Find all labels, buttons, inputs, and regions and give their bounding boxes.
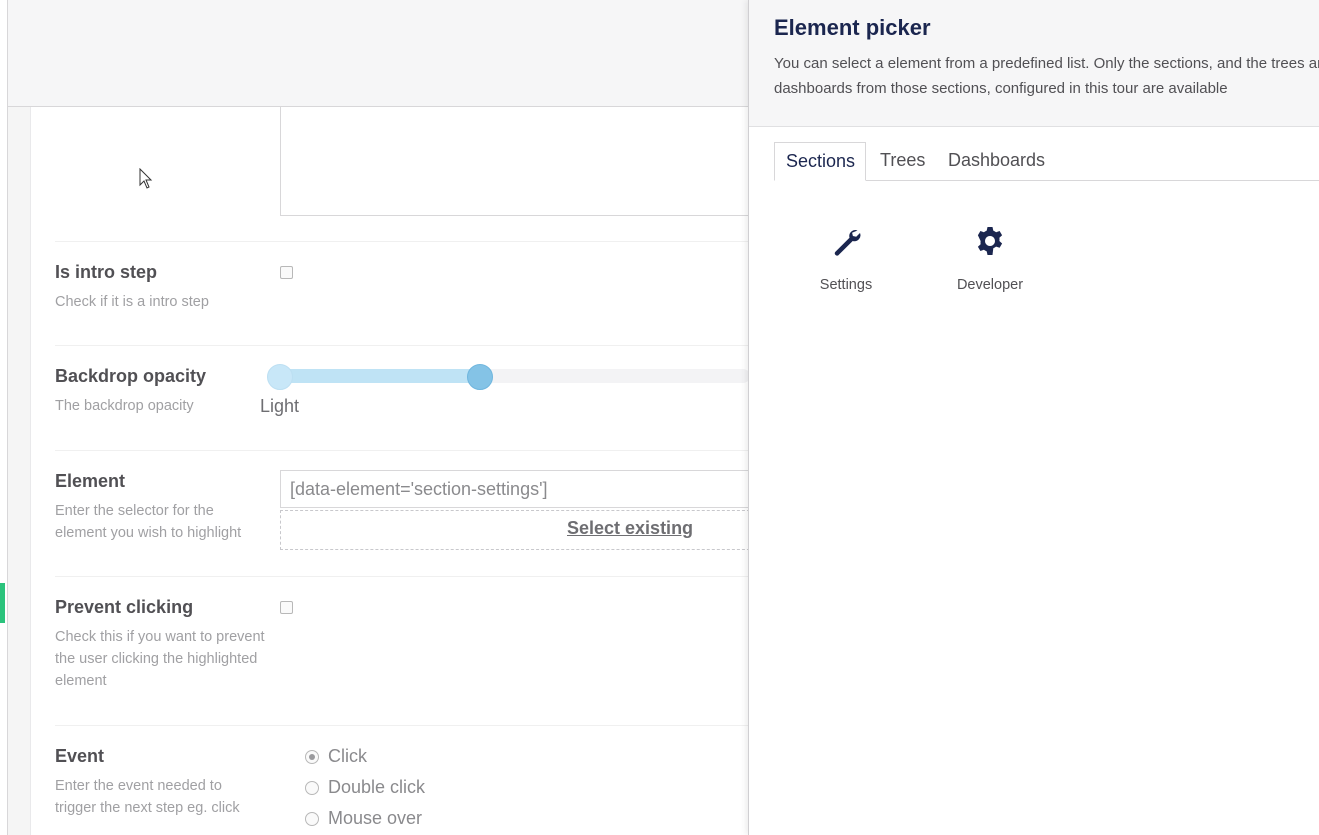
event-option-label[interactable]: Mouse over	[328, 808, 422, 829]
picker-header: Element picker You can select a element …	[749, 0, 1319, 127]
prevent-clicking-description: Check this if you want to prevent the us…	[55, 629, 265, 689]
wrench-icon	[834, 230, 861, 256]
opacity-slider-range	[280, 369, 480, 383]
row-divider	[55, 725, 775, 726]
left-sidebar-strip	[0, 0, 8, 835]
content-textarea[interactable]	[280, 107, 760, 216]
backdrop-opacity-description: The backdrop opacity	[55, 398, 194, 414]
row-divider	[55, 450, 775, 451]
element-picker-panel: Element picker You can select a element …	[748, 0, 1319, 835]
intro-step-checkbox[interactable]	[280, 266, 293, 279]
intro-step-description: Check if it is a intro step	[55, 294, 209, 310]
select-existing-button[interactable]: Select existing	[567, 518, 693, 539]
row-divider	[55, 241, 775, 242]
active-indicator	[0, 583, 5, 623]
prevent-clicking-checkbox[interactable]	[280, 601, 293, 614]
section-label: Developer	[956, 277, 1024, 293]
element-description: Enter the selector for the element you w…	[55, 503, 242, 541]
event-radio-click[interactable]	[305, 750, 319, 764]
backdrop-opacity-label: Backdrop opacity	[55, 366, 207, 386]
prevent-clicking-label: Prevent clicking	[55, 597, 194, 617]
picker-description-text: You can select a element from a predefin…	[774, 55, 1319, 97]
row-divider	[55, 576, 775, 577]
intro-step-label: Is intro step	[55, 262, 158, 282]
slider-light-label: Light	[260, 396, 300, 416]
row-divider	[55, 345, 775, 346]
event-radio-double-click[interactable]	[305, 781, 319, 795]
picker-description: You can select a element from a predefin…	[774, 51, 1319, 101]
element-label: Element	[55, 471, 126, 491]
section-label: Settings	[819, 277, 873, 293]
event-radio-mouse-over[interactable]	[305, 812, 319, 826]
opacity-slider-min-handle[interactable]	[267, 364, 293, 390]
gear-icon	[977, 227, 1003, 255]
section-item-developer[interactable]: Developer	[940, 222, 1040, 302]
tab-trees[interactable]: Trees	[869, 142, 936, 181]
mouse-cursor-icon	[139, 168, 153, 189]
element-selector-input[interactable]	[280, 470, 760, 508]
picker-title: Element picker	[774, 15, 931, 40]
tab-dashboards[interactable]: Dashboards	[937, 142, 1056, 181]
event-option-label[interactable]: Click	[328, 746, 367, 767]
section-item-settings[interactable]: Settings	[796, 222, 896, 302]
event-label: Event	[55, 746, 105, 766]
opacity-slider-max-handle[interactable]	[467, 364, 493, 390]
event-description: Enter the event needed to trigger the ne…	[55, 778, 240, 816]
tab-sections[interactable]: Sections	[774, 142, 866, 181]
picker-tabs: Sections Trees Dashboards	[774, 142, 1319, 181]
event-option-label[interactable]: Double click	[328, 777, 425, 798]
